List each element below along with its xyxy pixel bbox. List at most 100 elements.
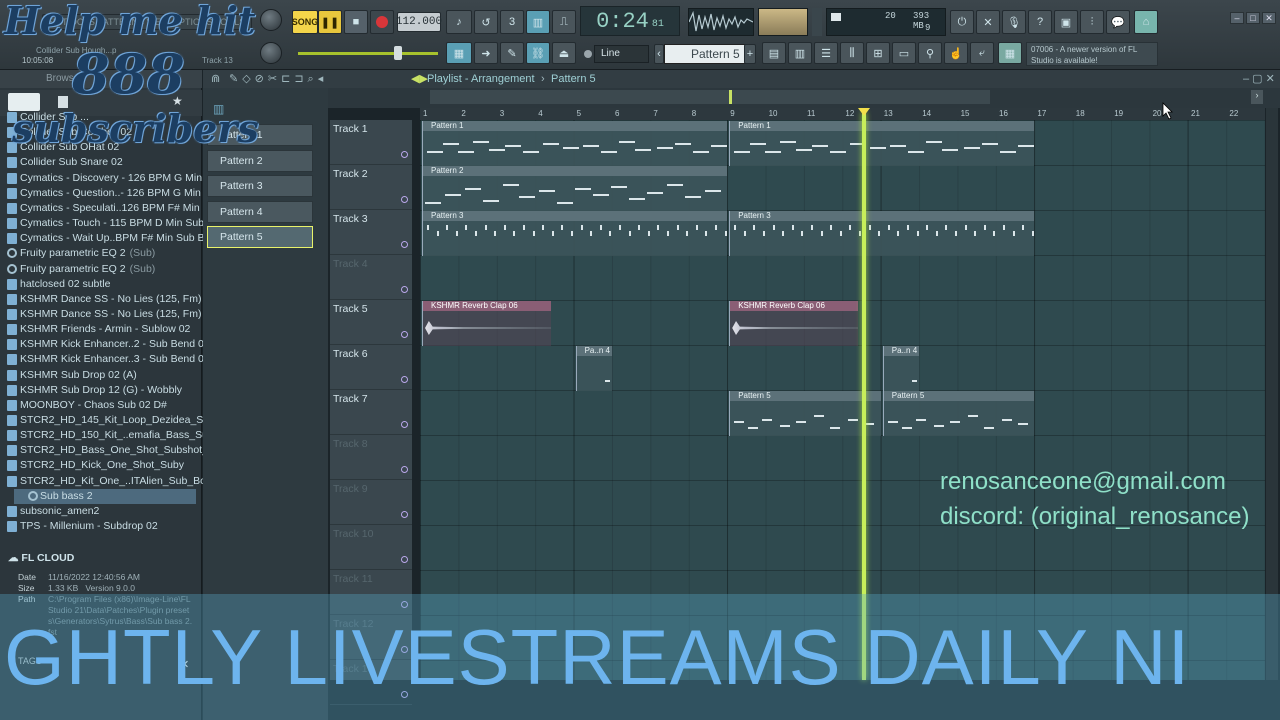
track-mute-icon[interactable]: [401, 376, 408, 383]
track-mute-icon[interactable]: [401, 466, 408, 473]
browser-item[interactable]: hatclosed 02 subtle: [7, 277, 110, 292]
help-button[interactable]: ?: [1028, 10, 1052, 34]
playlist-view-button[interactable]: ▦: [446, 42, 472, 64]
horizontal-scrollbar[interactable]: [430, 90, 990, 104]
pattern-clip[interactable]: Pattern 1: [422, 121, 728, 166]
slider-handle[interactable]: [394, 46, 402, 60]
pattern-select[interactable]: Pattern 5: [664, 44, 754, 64]
track-mute-icon[interactable]: [401, 241, 408, 248]
pattern-clip[interactable]: Pattern 3: [729, 211, 1035, 256]
metronome-button[interactable]: ♪: [446, 10, 472, 34]
browser-button[interactable]: ☰: [814, 42, 838, 64]
master-pitch-knob[interactable]: [260, 42, 282, 64]
track-mute-icon[interactable]: [401, 331, 408, 338]
store-button[interactable]: ⌂: [1134, 10, 1158, 34]
browser-item[interactable]: STCR2_HD_145_Kit_Loop_Dezidea_Sub_G: [7, 413, 229, 428]
browser-item[interactable]: Cymatics - Touch - 115 BPM D Min Sub 2: [7, 216, 213, 231]
browser-item[interactable]: KSHMR Dance SS - No Lies (125, Fm) - Sub: [7, 292, 229, 307]
browser-item[interactable]: Fruity parametric EQ 2 (Sub): [7, 246, 155, 261]
window-controls[interactable]: – ▢ ✕: [1243, 70, 1275, 88]
track-mute-icon[interactable]: [401, 286, 408, 293]
track-mute-icon[interactable]: [401, 196, 408, 203]
track-mute-icon[interactable]: [401, 511, 408, 518]
touch-button[interactable]: ☝: [944, 42, 968, 64]
arrow-tool-button[interactable]: ➜: [474, 42, 498, 64]
plugin-button[interactable]: ⚲: [918, 42, 942, 64]
news-panel[interactable]: 07006 - A newer version of FL Studio is …: [1026, 42, 1158, 66]
master-volume-slider[interactable]: [298, 52, 438, 55]
track-header[interactable]: Track 1: [330, 120, 412, 165]
link-button[interactable]: ⛓: [526, 42, 550, 64]
stamp-button[interactable]: ⏏: [552, 42, 576, 64]
browser-item[interactable]: KSHMR Dance SS - No Lies (125, Fm) - Sub: [7, 307, 229, 322]
browser-item[interactable]: subsonic_amen2: [7, 504, 99, 519]
draw-tool-button[interactable]: ✎: [500, 42, 524, 64]
pause-button[interactable]: ❚❚: [318, 10, 342, 34]
blend-notes-button[interactable]: ⎍: [552, 10, 576, 34]
mixer-view-button[interactable]: ⫼: [840, 42, 864, 64]
piano-roll-button[interactable]: ▥: [788, 42, 812, 64]
browser-item[interactable]: KSHMR Friends - Armin - Sublow 02: [7, 322, 190, 337]
browser-item[interactable]: STCR2_HD_Kit_One_..ITAlien_Sub_Boom: [7, 474, 221, 489]
mixer-button[interactable]: ⫶: [1080, 10, 1104, 34]
song-time-display[interactable]: 0:24 81: [580, 6, 680, 36]
browser-item[interactable]: STCR2_HD_Bass_One_Shot_Subshot_G: [7, 443, 216, 458]
play-pattern-icon[interactable]: ◀▶: [411, 70, 428, 88]
browser-item[interactable]: KSHMR Sub Drop 02 (A): [7, 368, 137, 383]
pattern-picker-item[interactable]: Pattern 3: [207, 175, 313, 197]
pattern-picker-item[interactable]: Pattern 4: [207, 200, 313, 223]
mic-button[interactable]: 🎙: [1002, 10, 1026, 34]
track-header[interactable]: Track 6: [330, 345, 412, 390]
tempo-display[interactable]: 112.000: [396, 12, 442, 32]
pattern-picker-item[interactable]: Pattern 5: [207, 226, 313, 248]
pattern-clip[interactable]: Pa..n 4: [575, 346, 612, 391]
timeline-ruler[interactable]: 1 2 3 4 5 6 7 8 9 10 11 12 13 14 15 16 17 18 19 20 21 22: [420, 108, 1265, 120]
track-header[interactable]: Track 5: [330, 300, 412, 345]
audio-clip[interactable]: KSHMR Reverb Clap 06: [422, 301, 551, 346]
pattern-prev-button[interactable]: ‹: [654, 44, 664, 64]
track-header[interactable]: Track 9: [330, 480, 412, 525]
step-edit-button[interactable]: ▥: [526, 10, 550, 34]
master-volume-knob[interactable]: [260, 9, 282, 31]
loop-record-button[interactable]: ↺: [474, 10, 498, 34]
maximize-button[interactable]: □: [1246, 12, 1260, 24]
audio-clip[interactable]: KSHMR Reverb Clap 06: [729, 301, 858, 346]
browser-item[interactable]: Fruity parametric EQ 2 (Sub): [7, 262, 155, 277]
track-mute-icon[interactable]: [401, 556, 408, 563]
browser-item[interactable]: KSHMR Sub Drop 12 (G) - Wobbly: [7, 383, 182, 398]
browser-item[interactable]: Cymatics - Discovery - 126 BPM G Min Sub: [7, 171, 224, 186]
browser-item[interactable]: STCR2_HD_150_Kit_..emafia_Bass_Sub_D: [7, 428, 227, 443]
browser-item[interactable]: Cymatics - Speculati..126 BPM F# Min Sub: [7, 201, 221, 216]
online-button[interactable]: ⏻: [950, 10, 974, 34]
browser-item[interactable]: Cymatics - Question..- 126 BPM G Min Sub: [7, 186, 222, 201]
countdown-button[interactable]: 3: [500, 10, 524, 34]
track-header[interactable]: Track 8: [330, 435, 412, 480]
browser-item[interactable]: Sub bass 2: [14, 488, 196, 504]
track-header[interactable]: Track 10: [330, 525, 412, 570]
pattern-clip[interactable]: Pattern 5: [882, 391, 1035, 436]
pattern-clip[interactable]: Pattern 5: [729, 391, 881, 436]
track-header[interactable]: Track 3: [330, 210, 412, 255]
track-mute-icon[interactable]: [401, 421, 408, 428]
record-button[interactable]: [370, 10, 394, 34]
stop-button[interactable]: ■: [344, 10, 368, 34]
minimize-button[interactable]: –: [1230, 12, 1244, 24]
track-header[interactable]: Track 7: [330, 390, 412, 435]
save-button[interactable]: ▣: [1054, 10, 1078, 34]
track-header[interactable]: Track 2: [330, 165, 412, 210]
scroll-right-button[interactable]: ›: [1251, 90, 1263, 104]
browser-item[interactable]: MOONBOY - Chaos Sub 02 D#: [7, 398, 167, 413]
plugin-picker-button[interactable]: ⊞: [866, 42, 890, 64]
tools-button[interactable]: ✕: [976, 10, 1000, 34]
song-mode-button[interactable]: SONG: [292, 10, 318, 34]
news-button[interactable]: ▦: [998, 42, 1022, 64]
playhead-marker-icon[interactable]: [858, 108, 870, 116]
undo-button[interactable]: ⤶: [970, 42, 994, 64]
pattern-clip[interactable]: Pattern 1: [729, 121, 1035, 166]
close-button[interactable]: ✕: [1262, 12, 1276, 24]
browser-item[interactable]: Cymatics - Wait Up..BPM F# Min Sub Bass: [7, 231, 221, 246]
track-mute-icon[interactable]: [401, 151, 408, 158]
browser-item[interactable]: STCR2_HD_Kick_One_Shot_Suby: [7, 458, 184, 473]
browser-item[interactable]: KSHMR Kick Enhancer..3 - Sub Bend 02 (C): [7, 352, 227, 367]
pattern-clip[interactable]: Pa..n 4: [882, 346, 920, 391]
